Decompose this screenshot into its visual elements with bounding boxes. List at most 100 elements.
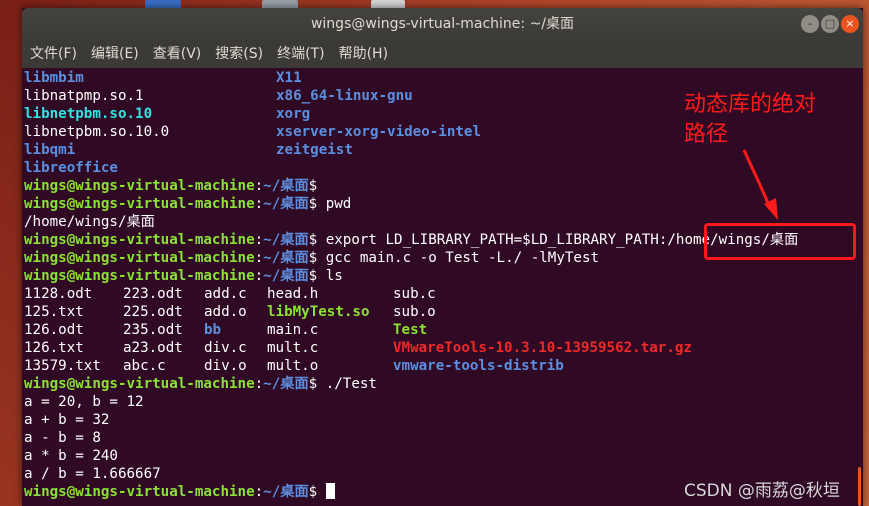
prompt-path: ~/桌面	[263, 196, 309, 212]
ls-row: 13579.txt abc.c div.o mult.o vmware-tool…	[24, 357, 564, 375]
file-entry: 125.txt	[24, 304, 84, 320]
file-entry: head.h	[267, 286, 319, 302]
prompt-separator: :	[254, 178, 264, 194]
prompt-line: wings@wings-virtual-machine:~/桌面$ export…	[24, 231, 798, 249]
prompt-user: wings@wings-virtual-machine	[24, 178, 255, 194]
program-output: a + b = 32	[24, 412, 110, 428]
prompt-line: wings@wings-virtual-machine:~/桌面$ pwd	[24, 195, 351, 213]
command-text: ./Test	[317, 376, 377, 392]
prompt-separator: :	[254, 268, 264, 284]
file-entry: libnatpmp.so.1	[24, 88, 144, 104]
prompt-dollar: $	[308, 250, 318, 266]
file-entry: libnetpbm.so.10.0	[24, 124, 170, 140]
text-cursor	[325, 483, 335, 499]
prompt-path: ~/桌面	[263, 178, 309, 194]
listing-row: libreoffice	[24, 159, 118, 177]
command-text: ls	[317, 268, 343, 284]
maximize-icon[interactable]: □	[821, 15, 839, 33]
prompt-path: ~/桌面	[263, 268, 309, 284]
menu-bar: 文件(F) 编辑(E) 查看(V) 搜索(S) 终端(T) 帮助(H)	[22, 40, 863, 68]
file-entry: 223.odt	[123, 286, 183, 302]
file-entry: 1128.odt	[24, 286, 93, 302]
dir-entry: xserver-xorg-video-intel	[276, 124, 481, 140]
listing-row: libnetpbm.so.10 xorg	[24, 105, 310, 123]
dir-entry: libreoffice	[24, 160, 118, 176]
prompt-path: ~/桌面	[263, 484, 309, 500]
prompt-dollar: $	[308, 376, 318, 392]
file-entry: a23.odt	[123, 340, 183, 356]
annotation-arrow-icon	[742, 149, 778, 220]
menu-edit[interactable]: 编辑(E)	[84, 40, 146, 68]
file-entry: add.o	[204, 304, 247, 320]
file-entry: 235.odt	[123, 322, 183, 338]
listing-row: libqmi zeitgeist	[24, 141, 353, 159]
prompt-line: wings@wings-virtual-machine:~/桌面$	[24, 177, 317, 195]
command-output: /home/wings/桌面	[24, 214, 155, 230]
dir-entry: libmbim	[24, 70, 84, 86]
dir-entry: vmware-tools-distrib	[393, 358, 564, 374]
prompt-dollar: $	[308, 232, 318, 248]
prompt-dollar: $	[308, 484, 318, 500]
dir-entry: bb	[204, 322, 222, 338]
menu-view[interactable]: 查看(V)	[146, 40, 209, 68]
prompt-dollar: $	[308, 196, 318, 212]
menu-terminal[interactable]: 终端(T)	[270, 40, 331, 68]
file-entry: 126.txt	[24, 340, 84, 356]
prompt-path: ~/桌面	[263, 376, 309, 392]
annotation-highlight-box	[704, 223, 856, 260]
window-title: wings@wings-virtual-machine: ~/桌面	[310, 16, 575, 32]
prompt-user: wings@wings-virtual-machine	[24, 232, 255, 248]
prompt-path: ~/桌面	[263, 250, 309, 266]
prompt-separator: :	[254, 484, 264, 500]
file-entry: div.o	[204, 358, 247, 374]
prompt-separator: :	[254, 196, 264, 212]
file-entry: 13579.txt	[24, 358, 101, 374]
prompt-path: ~/桌面	[263, 232, 309, 248]
file-entry: main.c	[267, 322, 319, 338]
prompt-line: wings@wings-virtual-machine:~/桌面$ gcc ma…	[24, 249, 599, 267]
scrollbar[interactable]	[858, 467, 861, 506]
prompt-user: wings@wings-virtual-machine	[24, 250, 255, 266]
program-output: a - b = 8	[24, 430, 101, 446]
executable-entry: Test	[393, 322, 428, 338]
file-entry: add.c	[204, 286, 247, 302]
ls-row: 126.odt 235.odt bb main.c Test	[24, 321, 427, 339]
title-bar[interactable]: wings@wings-virtual-machine: ~/桌面 – □ ×	[22, 8, 863, 40]
prompt-line: wings@wings-virtual-machine:~/桌面$ ls	[24, 267, 343, 285]
ls-row: 1128.odt 223.odt add.c head.h sub.c	[24, 285, 436, 303]
file-entry: 225.odt	[123, 304, 183, 320]
command-text: pwd	[317, 196, 352, 212]
prompt-line: wings@wings-virtual-machine:~/桌面$ ./Test	[24, 375, 377, 393]
prompt-user: wings@wings-virtual-machine	[24, 196, 255, 212]
prompt-separator: :	[254, 250, 264, 266]
minimize-icon[interactable]: –	[801, 15, 819, 33]
program-output: a = 20, b = 12	[24, 394, 144, 410]
listing-row: libmbim X11	[24, 69, 302, 87]
command-text: gcc main.c -o Test -L./ -lMyTest	[317, 250, 600, 266]
prompt-user: wings@wings-virtual-machine	[24, 376, 255, 392]
executable-entry: libMyTest.so	[267, 304, 370, 320]
prompt-dollar: $	[308, 268, 318, 284]
listing-row: libnetpbm.so.10.0 xserver-xorg-video-int…	[24, 123, 481, 141]
file-entry: 126.odt	[24, 322, 84, 338]
file-entry: sub.o	[393, 304, 436, 320]
program-output: a * b = 240	[24, 448, 118, 464]
prompt-user: wings@wings-virtual-machine	[24, 484, 255, 500]
file-entry: div.c	[204, 340, 247, 356]
menu-help[interactable]: 帮助(H)	[332, 40, 395, 68]
close-icon[interactable]: ×	[841, 15, 859, 33]
dir-entry: zeitgeist	[276, 142, 353, 158]
menu-file[interactable]: 文件(F)	[22, 40, 84, 68]
dir-entry: xorg	[276, 106, 311, 122]
file-entry: mult.o	[267, 358, 319, 374]
file-entry: abc.c	[123, 358, 166, 374]
dir-entry: x86_64-linux-gnu	[276, 88, 413, 104]
dir-entry: libqmi	[24, 142, 76, 158]
prompt-line: wings@wings-virtual-machine:~/桌面$	[24, 483, 335, 501]
prompt-separator: :	[254, 376, 264, 392]
archive-entry: VMwareTools-10.3.10-13959562.tar.gz	[393, 340, 692, 356]
ls-row: 126.txt a23.odt div.c mult.c VMwareTools…	[24, 339, 692, 357]
menu-search[interactable]: 搜索(S)	[208, 40, 270, 68]
dir-entry: X11	[276, 70, 302, 86]
ls-row: 125.txt 225.odt add.o libMyTest.so sub.o	[24, 303, 436, 321]
